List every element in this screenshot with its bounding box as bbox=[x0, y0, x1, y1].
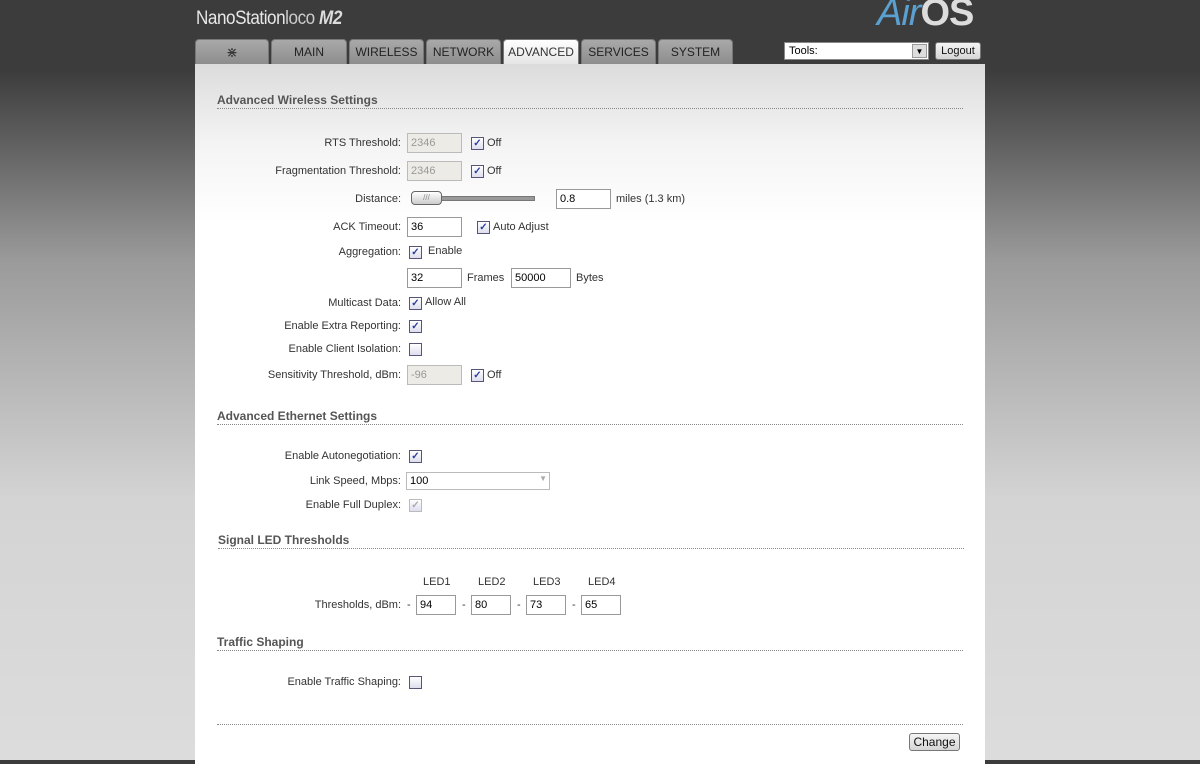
led4-minus: - bbox=[572, 599, 576, 611]
bytes-input[interactable]: 50000 bbox=[511, 268, 571, 288]
logout-button[interactable]: Logout bbox=[935, 42, 981, 60]
tools-value: Tools: bbox=[789, 45, 818, 57]
link-speed-value: 100 bbox=[410, 475, 429, 487]
airos-logo: AirOS bbox=[877, 0, 974, 35]
section-title-traffic: Traffic Shaping bbox=[217, 635, 963, 651]
full-duplex-checkbox[interactable]: ✓ bbox=[409, 499, 422, 512]
frag-off-checkbox[interactable]: ✓ bbox=[471, 165, 484, 178]
frames-input[interactable]: 32 bbox=[407, 268, 462, 288]
sensitivity-off-checkbox[interactable]: ✓ bbox=[471, 369, 484, 382]
led4-header: LED4 bbox=[588, 576, 616, 588]
footer-divider bbox=[217, 724, 963, 725]
distance-input[interactable]: 0.8 bbox=[556, 189, 611, 209]
led1-input[interactable]: 94 bbox=[416, 595, 456, 615]
rts-off-label: Off bbox=[487, 137, 502, 149]
change-button[interactable]: Change bbox=[909, 733, 960, 751]
traffic-shaping-checkbox[interactable] bbox=[409, 676, 422, 689]
ack-input[interactable]: 36 bbox=[407, 217, 462, 237]
led3-header: LED3 bbox=[533, 576, 561, 588]
section-title-led: Signal LED Thresholds bbox=[218, 533, 964, 549]
led2-header: LED2 bbox=[478, 576, 506, 588]
tab-wireless[interactable]: WIRELESS bbox=[349, 39, 424, 64]
led1-header: LED1 bbox=[423, 576, 451, 588]
main-tabs: ⋇ MAIN WIRELESS NETWORK ADVANCED SERVICE… bbox=[195, 39, 733, 64]
multicast-allow-label: Allow All bbox=[425, 296, 466, 308]
multicast-label: Multicast Data: bbox=[328, 297, 401, 309]
link-speed-select[interactable]: 100 ▼ bbox=[406, 472, 550, 490]
model-name: loco bbox=[285, 8, 315, 29]
aggregation-checkbox[interactable]: ✓ bbox=[409, 246, 422, 259]
logo-os: OS bbox=[920, 0, 974, 34]
autoneg-checkbox[interactable]: ✓ bbox=[409, 450, 422, 463]
sensitivity-input[interactable]: -96 bbox=[407, 365, 462, 385]
section-title-wireless: Advanced Wireless Settings bbox=[217, 93, 963, 109]
bytes-label: Bytes bbox=[576, 272, 604, 284]
led2-input[interactable]: 80 bbox=[471, 595, 511, 615]
frag-label: Fragmentation Threshold: bbox=[275, 165, 401, 177]
led2-minus: - bbox=[462, 599, 466, 611]
tab-system[interactable]: SYSTEM bbox=[658, 39, 733, 64]
link-speed-label: Link Speed, Mbps: bbox=[309, 475, 401, 487]
product-name: NanoStation bbox=[196, 8, 286, 29]
content-panel: Advanced Wireless Settings RTS Threshold… bbox=[195, 64, 985, 764]
model-suffix: M2 bbox=[319, 8, 342, 29]
tab-main[interactable]: MAIN bbox=[271, 39, 347, 64]
led3-minus: - bbox=[517, 599, 521, 611]
tab-network[interactable]: NETWORK bbox=[426, 39, 501, 64]
rts-input[interactable]: 2346 bbox=[407, 133, 462, 153]
tools-select[interactable]: Tools: ▼ bbox=[784, 42, 929, 60]
client-isolation-label: Enable Client Isolation: bbox=[288, 343, 401, 355]
aggregation-label: Aggregation: bbox=[338, 246, 401, 258]
multicast-checkbox[interactable]: ✓ bbox=[409, 297, 422, 310]
frames-label: Frames bbox=[467, 272, 505, 284]
distance-slider-handle[interactable]: /// bbox=[411, 191, 442, 205]
ubiquiti-logo-icon: ⋇ bbox=[226, 43, 238, 60]
frag-off-label: Off bbox=[487, 165, 502, 177]
ack-auto-checkbox[interactable]: ✓ bbox=[477, 221, 490, 234]
sensitivity-label: Sensitivity Threshold, dBm: bbox=[267, 369, 401, 381]
rts-label: RTS Threshold: bbox=[324, 137, 401, 149]
sensitivity-off-label: Off bbox=[487, 369, 502, 381]
product-logo: NanoStationloco M2 bbox=[196, 8, 342, 30]
ack-auto-label: Auto Adjust bbox=[493, 221, 549, 233]
autoneg-label: Enable Autonegotiation: bbox=[284, 450, 401, 462]
frag-input[interactable]: 2346 bbox=[407, 161, 462, 181]
traffic-shaping-label: Enable Traffic Shaping: bbox=[287, 676, 401, 688]
led1-minus: - bbox=[407, 599, 411, 611]
tab-services[interactable]: SERVICES bbox=[581, 39, 656, 64]
tab-advanced[interactable]: ADVANCED bbox=[503, 39, 579, 64]
full-duplex-label: Enable Full Duplex: bbox=[305, 499, 401, 511]
logo-air: Air bbox=[877, 0, 921, 34]
extra-reporting-label: Enable Extra Reporting: bbox=[284, 320, 401, 332]
distance-slider-track[interactable] bbox=[435, 196, 535, 201]
tab-ubnt-logo[interactable]: ⋇ bbox=[195, 39, 269, 64]
ack-label: ACK Timeout: bbox=[333, 221, 401, 233]
thresholds-label: Thresholds, dBm: bbox=[314, 599, 401, 611]
led3-input[interactable]: 73 bbox=[526, 595, 566, 615]
section-title-ethernet: Advanced Ethernet Settings bbox=[217, 409, 963, 425]
extra-reporting-checkbox[interactable]: ✓ bbox=[409, 320, 422, 333]
chevron-down-icon: ▼ bbox=[539, 474, 547, 483]
rts-off-checkbox[interactable]: ✓ bbox=[471, 137, 484, 150]
distance-label: Distance: bbox=[355, 193, 401, 205]
chevron-down-icon: ▼ bbox=[912, 44, 927, 58]
led4-input[interactable]: 65 bbox=[581, 595, 621, 615]
aggregation-enable-label: Enable bbox=[428, 245, 463, 257]
distance-unit: miles (1.3 km) bbox=[616, 193, 686, 205]
client-isolation-checkbox[interactable] bbox=[409, 343, 422, 356]
